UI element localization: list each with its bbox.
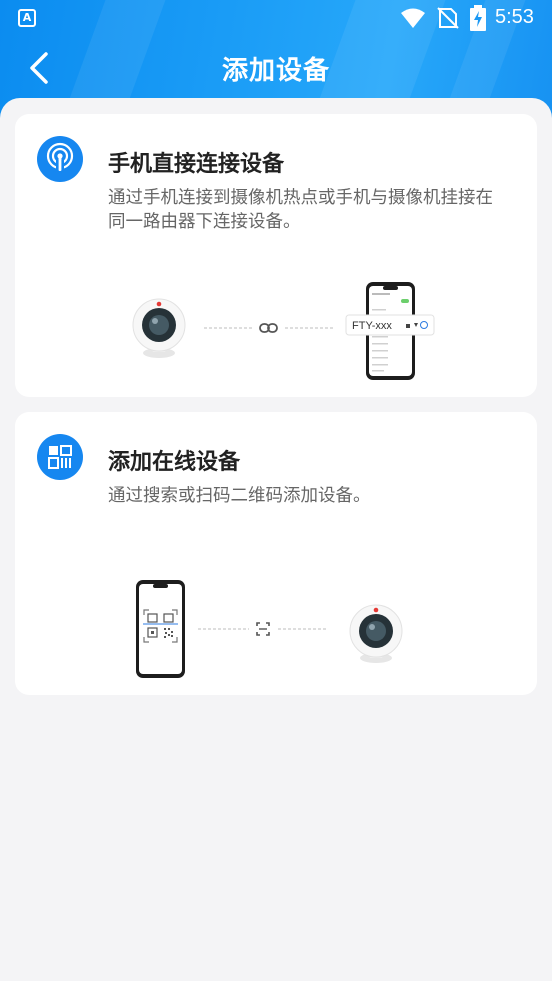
- no-sim-icon: [437, 7, 459, 29]
- phone-qr-illustration: [136, 580, 185, 678]
- online-device-card[interactable]: 添加在线设备 通过搜索或扫码二维码添加设备。: [15, 412, 537, 695]
- status-time: 5:53: [495, 6, 534, 28]
- content-area: 手机直接连接设备 通过手机连接到摄像机热点或手机与摄像机挂接在同一路由器下连接设…: [0, 98, 552, 981]
- ssid-label: FTY-xxx: [352, 320, 392, 332]
- online-device-illustration: [136, 580, 403, 678]
- camera-icon: [349, 604, 403, 663]
- camera-icon: [132, 298, 186, 358]
- status-bar: A 5:53: [0, 0, 552, 38]
- page-title: 添加设备: [221, 56, 330, 86]
- app-notification-icon: A: [18, 9, 36, 27]
- scan-icon: [256, 622, 270, 636]
- ssid-popup: FTY-xxx: [345, 314, 435, 336]
- battery-charging-icon: [470, 5, 486, 31]
- wifi-icon: [401, 8, 425, 28]
- direct-connect-card[interactable]: 手机直接连接设备 通过手机连接到摄像机热点或手机与摄像机挂接在同一路由器下连接设…: [15, 114, 537, 397]
- link-icon: [259, 323, 278, 333]
- direct-connect-illustration: FTY-xxx: [132, 282, 435, 380]
